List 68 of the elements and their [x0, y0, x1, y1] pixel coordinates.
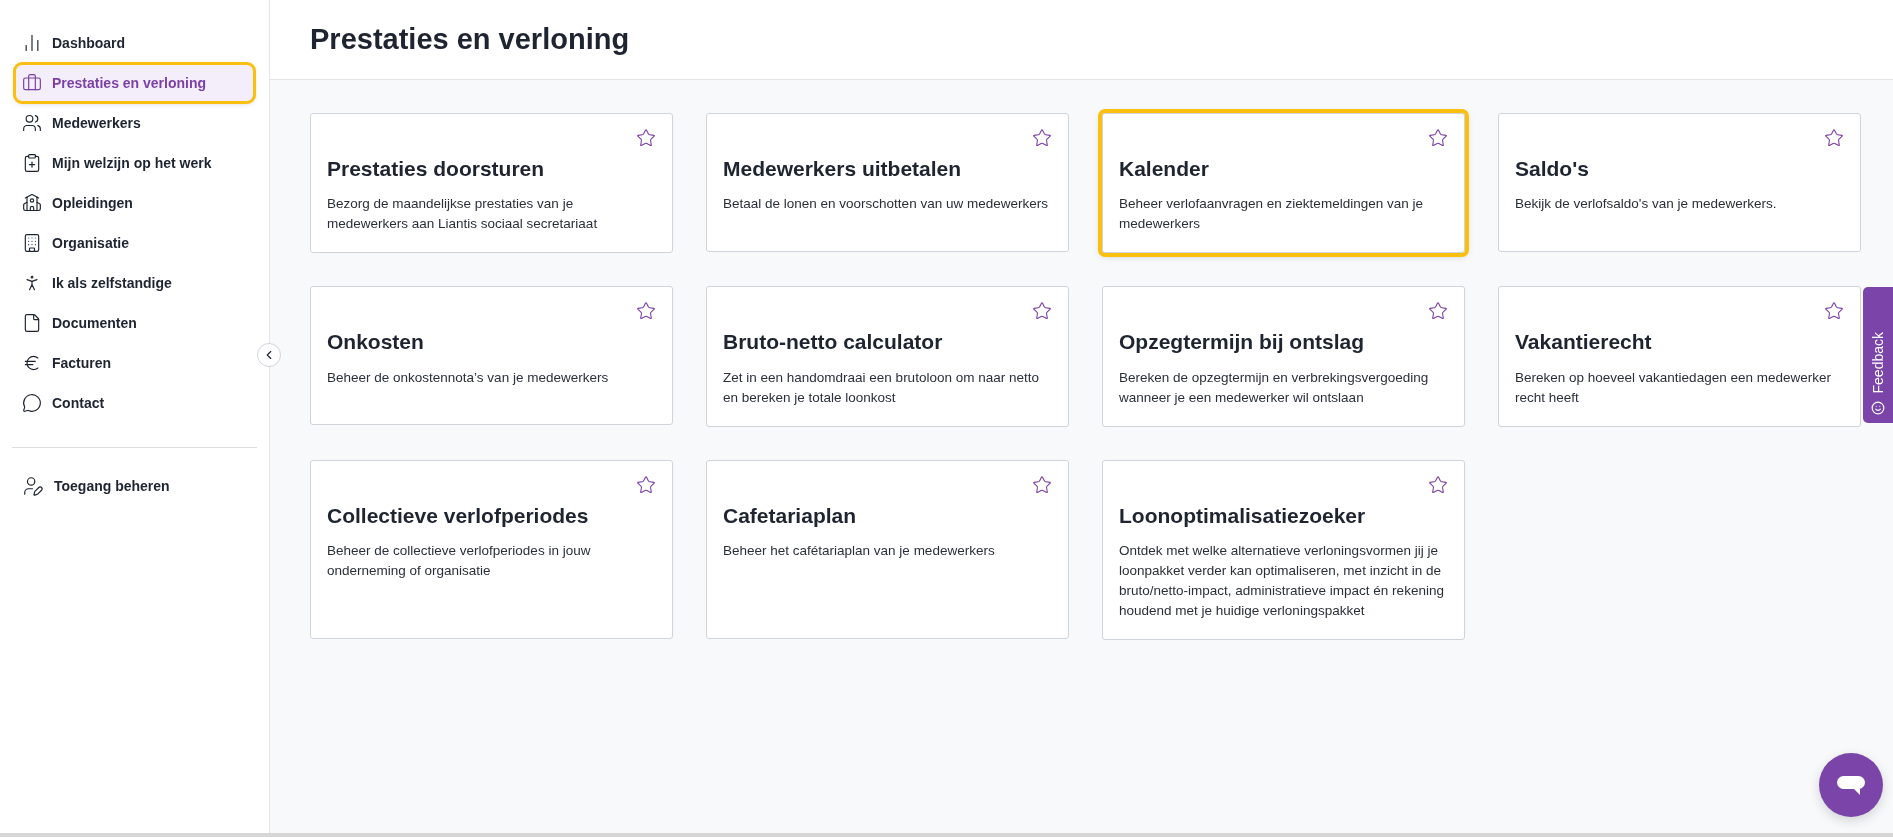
sidebar-item[interactable]: Ik als zelfstandige	[16, 265, 253, 301]
card-title: Loonoptimalisatiezoeker	[1119, 502, 1367, 529]
card-description: Ontdek met welke alternatieve verloningsvormen jij je loonpakket verder kan optimaliseren, met inzicht in de bruto/netto-impact, administratieve impact én rekening houdend met je huidige verloningspakket	[1119, 541, 1445, 620]
chat-button[interactable]	[1819, 753, 1883, 817]
sidebar-item[interactable]: Facturen	[16, 345, 253, 381]
chat-bubble-icon	[1836, 773, 1866, 797]
card-title: Vakantierecht	[1515, 329, 1653, 356]
sidebar-item[interactable]: Mijn welzijn op het werk	[16, 145, 253, 181]
favorite-star-icon[interactable]	[1824, 301, 1844, 322]
feature-card[interactable]: Prestaties doorsturen Bezorg de maandelijkse prestaties van je medewerkers aan Liantis sociaal secretariaat	[310, 113, 673, 254]
favorite-star-icon[interactable]	[1428, 128, 1448, 148]
favorite-star-icon[interactable]	[1428, 301, 1448, 322]
favorite-star-icon[interactable]	[1824, 128, 1844, 148]
sidebar-item[interactable]: Documenten	[16, 305, 253, 341]
feature-card[interactable]: Cafetariaplan Beheer het cafétariaplan van je medewerkers	[706, 459, 1069, 639]
card-description: Beheer de collectieve verlofperiodes in jouw onderneming of organisatie	[327, 541, 592, 580]
feature-card[interactable]: Saldo's Bekijk de verlofsaldo's van je medewerkers.	[1498, 113, 1861, 252]
sidebar-item[interactable]: Prestaties en verloning	[16, 65, 253, 101]
card-description: Bezorg de maandelijkse prestaties van je medewerkers aan Liantis sociaal secretariaat	[327, 195, 599, 234]
card-description: Bekijk de verlofsaldo's van je medewerkers.	[1515, 195, 1778, 214]
briefcase-icon	[22, 73, 42, 93]
card-title: Cafetariaplan	[723, 502, 858, 529]
user-edit-icon	[22, 475, 44, 497]
card-title: Bruto-netto calculator	[723, 329, 944, 356]
feature-card[interactable]: Onkosten Beheer de onkostennota’s van je medewerkers	[310, 286, 673, 426]
feature-card[interactable]: Vakantierecht Bereken op hoeveel vakantiedagen een medewerker recht heeft	[1498, 286, 1861, 427]
school-building-icon	[22, 193, 42, 213]
feature-card[interactable]: Medewerkers uitbetalen Betaal de lonen en voorschotten van uw medewerkers	[706, 113, 1069, 252]
card-description: Bereken de opzegtermijn en verbrekingsvergoeding wanneer je een medewerker wil ontslaan	[1119, 368, 1430, 407]
page-title: Prestaties en verloning	[310, 21, 630, 57]
card-title: Saldo's	[1515, 156, 1590, 182]
sidebar-item[interactable]: Organisatie	[16, 225, 253, 261]
card-title: Collectieve verlofperiodes	[327, 502, 590, 529]
card-title: Prestaties doorsturen	[327, 156, 546, 182]
card-description: Betaal de lonen en voorschotten van uw medewerkers	[723, 195, 1049, 214]
card-description: Beheer verlofaanvragen en ziektemeldingen van je medewerkers	[1119, 195, 1424, 234]
sidebar-item[interactable]: Contact	[16, 385, 253, 421]
feedback-tab[interactable]: Feedback	[1863, 287, 1893, 423]
favorite-star-icon[interactable]	[1428, 474, 1448, 495]
card-description: Beheer het cafétariaplan van je medewerkers	[723, 541, 996, 560]
card-title: Onkosten	[327, 329, 425, 356]
smiley-icon	[1871, 401, 1885, 415]
favorite-star-icon[interactable]	[1032, 128, 1052, 148]
favorite-star-icon[interactable]	[636, 474, 656, 495]
feature-card[interactable]: Bruto-netto calculator Zet in een handomdraai een brutoloon om naar netto en bereken je totale loonkost	[706, 286, 1069, 427]
favorite-star-icon[interactable]	[1032, 301, 1052, 322]
favorite-star-icon[interactable]	[636, 128, 656, 148]
card-title: Kalender	[1119, 156, 1210, 182]
people-icon	[22, 113, 42, 133]
collapse-sidebar-button[interactable]	[257, 343, 281, 367]
sidebar-item[interactable]: Toegang beheren	[16, 468, 253, 504]
card-title: Medewerkers uitbetalen	[723, 156, 963, 182]
sidebar-item[interactable]: Opleidingen	[16, 185, 253, 221]
sidebar-item[interactable]: Dashboard	[16, 25, 253, 61]
feature-card[interactable]: Collectieve verlofperiodes Beheer de collectieve verlofperiodes in jouw onderneming of organisatie	[310, 459, 673, 639]
feature-card[interactable]	[1102, 459, 1465, 640]
speech-bubble-icon	[22, 393, 42, 413]
document-icon	[22, 313, 42, 333]
card-description: Beheer de onkostennota’s van je medewerkers	[327, 368, 610, 387]
favorite-star-icon[interactable]	[636, 301, 656, 322]
clipboard-plus-icon	[22, 153, 42, 173]
card-description: Zet in een handomdraai een brutoloon om naar netto en bereken je totale loonkost	[723, 368, 1040, 407]
card-title: Opzegtermijn bij ontslag	[1119, 329, 1366, 356]
favorite-star-icon[interactable]	[1032, 474, 1052, 495]
card-description: Bereken op hoeveel vakantiedagen een medewerker recht heeft	[1515, 368, 1832, 407]
sidebar-item[interactable]: Medewerkers	[16, 105, 253, 141]
building-icon	[22, 233, 42, 253]
feature-card[interactable]: Opzegtermijn bij ontslag Bereken de opzegtermijn en verbrekingsvergoeding wanneer je een medewerker wil ontslaan	[1102, 286, 1465, 427]
